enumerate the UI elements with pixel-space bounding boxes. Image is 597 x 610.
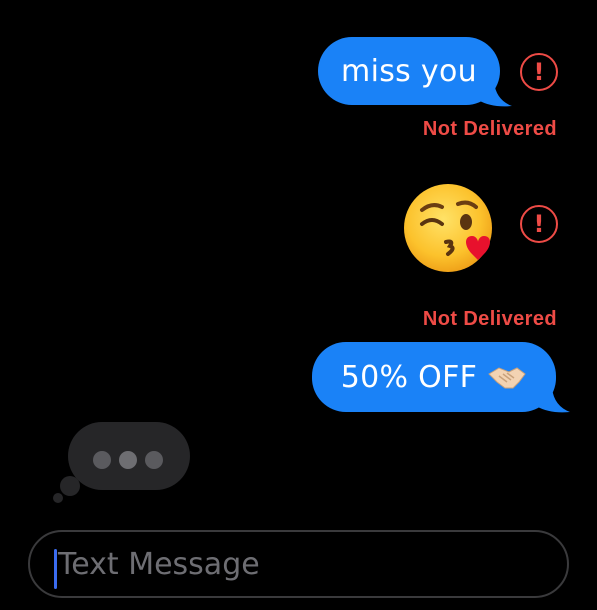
conversation-screen: miss you ! Not Delivered ! Not Delivered <box>0 0 597 610</box>
error-alert-icon[interactable]: ! <box>520 53 558 91</box>
typing-indicator <box>53 422 190 503</box>
typing-dot <box>93 451 111 469</box>
typing-dot <box>119 451 137 469</box>
delivery-status: Not Delivered <box>422 118 557 140</box>
message-text: miss you <box>341 53 477 89</box>
bubble-tail <box>478 82 512 107</box>
error-alert-icon[interactable]: ! <box>520 205 558 243</box>
message-input-placeholder: Text Message <box>58 547 260 582</box>
outgoing-message-bubble[interactable]: miss you <box>318 37 500 105</box>
outgoing-message-bubble[interactable]: 50% OFF <box>312 342 556 412</box>
message-input[interactable]: Text Message <box>28 530 569 598</box>
text-cursor <box>54 549 57 589</box>
typing-dot <box>145 451 163 469</box>
bubble-tail <box>536 388 570 413</box>
message-text: 50% OFF <box>340 359 478 395</box>
kissing-face-with-heart-emoji[interactable] <box>402 180 498 276</box>
delivery-status: Not Delivered <box>422 308 557 330</box>
handshake-emoji <box>488 367 526 389</box>
